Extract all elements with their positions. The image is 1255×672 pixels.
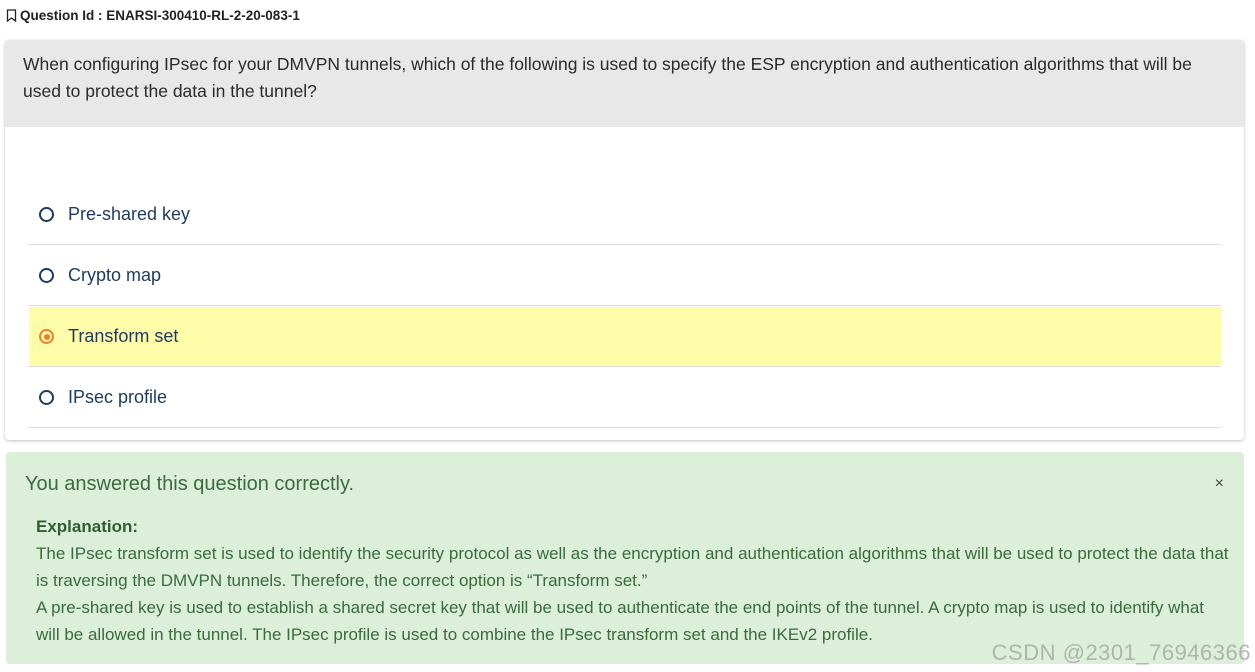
question-id-header: Question Id : ENARSI-300410-RL-2-20-083-… (6, 6, 300, 24)
radio-icon[interactable] (39, 268, 54, 283)
question-id: Question Id : ENARSI-300410-RL-2-20-083-… (20, 7, 300, 23)
radio-icon[interactable] (39, 390, 54, 405)
result-alert: You answered this question correctly. × … (6, 452, 1244, 664)
radio-selected-icon[interactable] (39, 329, 54, 344)
explanation: Explanation: The IPsec transform set is … (36, 513, 1231, 648)
option-label: Pre-shared key (68, 204, 191, 224)
explanation-heading: Explanation: (36, 517, 139, 536)
option-label: Crypto map (68, 265, 162, 285)
result-title: You answered this question correctly. (25, 473, 355, 495)
bookmark-icon[interactable] (6, 8, 17, 22)
options-list: Pre-shared key Crypto map Transform set … (29, 185, 1221, 429)
option-ipsec-profile[interactable]: IPsec profile (29, 368, 1221, 428)
option-label: Transform set (68, 326, 179, 346)
option-pre-shared-key[interactable]: Pre-shared key (29, 185, 1221, 245)
option-transform-set[interactable]: Transform set (29, 307, 1221, 367)
explanation-paragraph: The IPsec transform set is used to ident… (36, 544, 1229, 590)
question-card: When configuring IPsec for your DMVPN tu… (5, 40, 1244, 440)
option-crypto-map[interactable]: Crypto map (29, 246, 1221, 306)
close-icon[interactable]: × (1215, 476, 1224, 492)
watermark: CSDN @2301_76946366 (991, 640, 1251, 665)
question-text: When configuring IPsec for your DMVPN tu… (5, 40, 1244, 127)
radio-icon[interactable] (39, 207, 54, 222)
option-label: IPsec profile (68, 387, 168, 407)
